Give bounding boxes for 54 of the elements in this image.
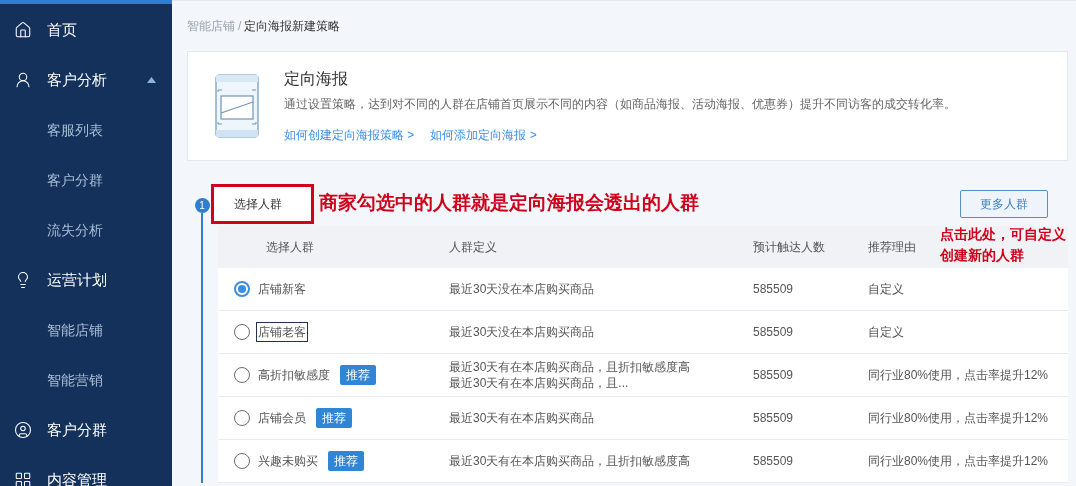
group-name: 店铺新客 xyxy=(257,281,307,298)
help-link[interactable]: 如何创建定向海报策略 > xyxy=(284,126,415,144)
sidebar-item[interactable]: 内容管理 xyxy=(0,455,172,486)
group-definition: 最近30天没在本店购买商品 xyxy=(449,324,596,340)
step-number: 1 xyxy=(194,198,210,213)
sidebar-item[interactable]: 客户分群 xyxy=(0,405,172,455)
reach-count: 585509 xyxy=(753,281,795,298)
card-description: 通过设置策略，达到对不同的人群在店铺首页展示不同的内容（如商品海报、活动海报、优惠券）提升不同访客的成交转化率。 xyxy=(284,96,956,113)
help-link[interactable]: 如何添加定向海报 > xyxy=(430,126,537,144)
card-title: 定向海报 xyxy=(284,69,349,89)
group-name: 兴趣未购买 xyxy=(257,453,319,470)
breadcrumb-separator: / xyxy=(238,18,242,35)
recommend-reason: 同行业80%使用，点击率提升12% xyxy=(868,410,1049,427)
reach-count: 585509 xyxy=(753,410,795,427)
sidebar-subitem[interactable]: 流失分析 xyxy=(0,205,172,255)
group-definition: 最近30天有在本店购买商品 xyxy=(449,410,596,426)
annotation-text: 商家勾选中的人群就是定向海报会透出的人群 xyxy=(319,191,699,216)
reach-count: 585509 xyxy=(753,453,795,470)
table-row[interactable]: 兴趣未购买 推荐 最近30天有在本店购买商品，且折扣敏感度高 585509 同行业80%使用，点击率提升12% xyxy=(218,440,1068,483)
reach-count: 585509 xyxy=(753,324,795,341)
recommend-reason: 自定义 xyxy=(868,324,904,341)
table-row[interactable]: 店铺会员 推荐 最近30天有在本店购买商品 585509 同行业80%使用，点击率提升12% xyxy=(218,397,1068,440)
table-row[interactable]: 店铺新客 最近30天没在本店购买商品 585509 自定义 xyxy=(218,268,1068,311)
column-header: 推荐理由 xyxy=(868,239,916,256)
table-row[interactable]: 高折扣敏感度 推荐 最近30天有在本店购买商品，且折扣敏感度高 最近30天有在本店购买商品，且... 585509 同行业80%使用，点击率提升12% xyxy=(218,354,1068,397)
group-definition: 最近30天有在本店购买商品，且折扣敏感度高 xyxy=(449,453,692,469)
recommend-reason: 同行业80%使用，点击率提升12% xyxy=(868,453,1049,470)
sidebar-subitem[interactable]: 客户分群 xyxy=(0,155,172,205)
sidebar-item[interactable]: 运营计划 xyxy=(0,255,172,305)
table-row[interactable]: 店铺老客 最近30天没在本店购买商品 585509 自定义 xyxy=(218,311,1068,354)
recommend-tag: 推荐 xyxy=(316,408,352,428)
reach-count: 585509 xyxy=(753,367,795,384)
sidebar-item[interactable]: 首页 xyxy=(0,5,172,55)
group-name: 店铺会员 xyxy=(257,410,307,427)
recommend-reason: 自定义 xyxy=(868,281,904,298)
recommend-tag: 推荐 xyxy=(340,365,376,385)
sidebar-subitem[interactable]: 智能营销 xyxy=(0,355,172,405)
group-definition: 最近30天没在本店购买商品 xyxy=(449,281,596,297)
annotation-text: 点击此处，可自定义创建新的人群 xyxy=(940,225,1066,265)
group-definition: 最近30天有在本店购买商品，且... xyxy=(449,375,630,391)
column-header: 选择人群 xyxy=(265,239,315,256)
column-header: 人群定义 xyxy=(449,239,498,256)
group-definition: 最近30天有在本店购买商品，且折扣敏感度高 xyxy=(449,359,692,375)
sidebar-subitem[interactable]: 智能店铺 xyxy=(0,305,172,355)
section-title: 选择人群 xyxy=(211,183,314,224)
sidebar-item[interactable]: 客户分析 xyxy=(0,55,172,105)
column-header: 预计触达人数 xyxy=(753,239,826,256)
recommend-reason: 同行业80%使用，点击率提升12% xyxy=(868,367,1049,384)
recommend-tag: 推荐 xyxy=(328,451,364,471)
group-name: 高折扣敏感度 xyxy=(257,367,331,384)
more-groups-button[interactable]: 更多人群 xyxy=(960,189,1048,218)
sidebar-subitem[interactable]: 客服列表 xyxy=(0,105,172,155)
group-name: 店铺老客 xyxy=(256,322,308,342)
breadcrumb-current: 定向海报新建策略 xyxy=(244,18,341,35)
